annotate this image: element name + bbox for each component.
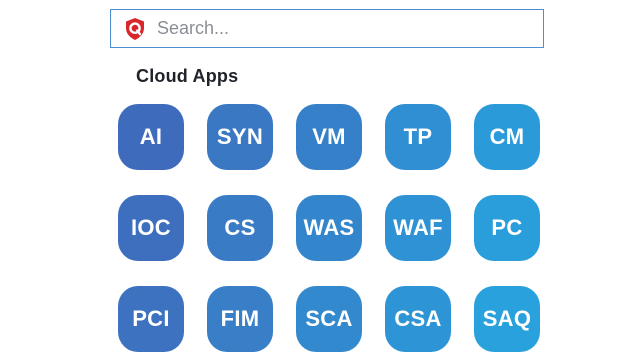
app-tile-fim[interactable]: FIM xyxy=(207,286,273,352)
cloud-apps-launcher: Cloud Apps AI SYN VM TP CM IOC CS WAS WA… xyxy=(0,0,641,360)
app-tile-tp[interactable]: TP xyxy=(385,104,451,170)
app-tile-vm[interactable]: VM xyxy=(296,104,362,170)
app-tile-was[interactable]: WAS xyxy=(296,195,362,261)
app-tile-cs[interactable]: CS xyxy=(207,195,273,261)
app-tile-waf[interactable]: WAF xyxy=(385,195,451,261)
app-tile-syn[interactable]: SYN xyxy=(207,104,273,170)
search-input[interactable] xyxy=(157,18,517,39)
app-grid: AI SYN VM TP CM IOC CS WAS WAF PC PCI FI… xyxy=(118,104,540,352)
app-tile-ai[interactable]: AI xyxy=(118,104,184,170)
qualys-shield-icon xyxy=(123,17,147,41)
app-tile-pc[interactable]: PC xyxy=(474,195,540,261)
search-bar[interactable] xyxy=(110,9,544,48)
section-title: Cloud Apps xyxy=(136,66,239,86)
app-tile-saq[interactable]: SAQ xyxy=(474,286,540,352)
app-tile-ioc[interactable]: IOC xyxy=(118,195,184,261)
app-tile-cm[interactable]: CM xyxy=(474,104,540,170)
app-tile-sca[interactable]: SCA xyxy=(296,286,362,352)
app-tile-csa[interactable]: CSA xyxy=(385,286,451,352)
app-tile-pci[interactable]: PCI xyxy=(118,286,184,352)
